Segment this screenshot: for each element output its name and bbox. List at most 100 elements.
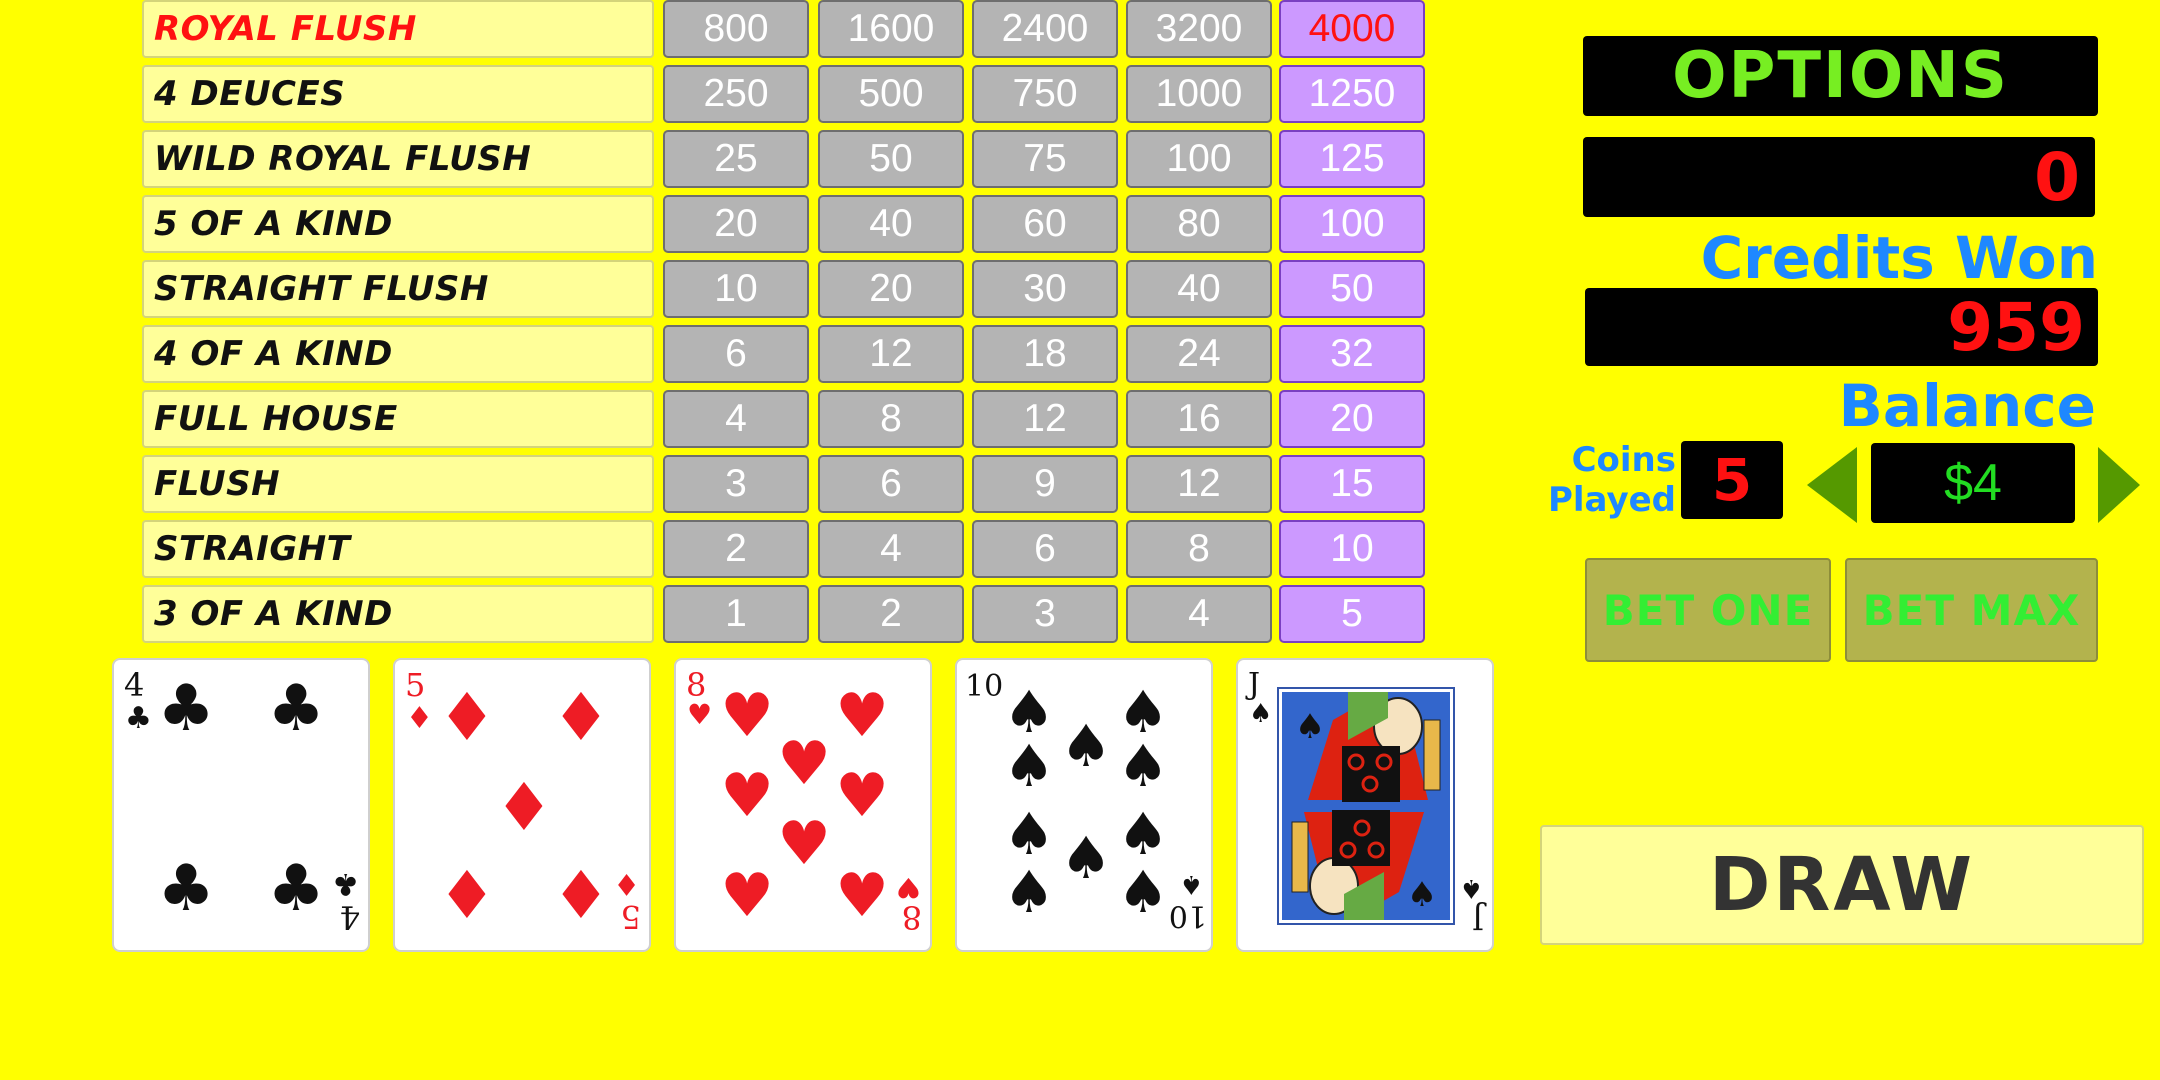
svg-text:♠: ♠ <box>1407 875 1437 915</box>
svg-text:♥: ♥ <box>777 809 831 879</box>
paytable-label-full-house: FULL HOUSE <box>142 390 654 448</box>
paytable-cell: 20 <box>818 260 964 318</box>
svg-text:♦: ♦ <box>551 679 610 756</box>
svg-text:♦: ♦ <box>551 857 610 934</box>
paytable-cell: 4 <box>1126 585 1272 643</box>
paytable-cell: 3200 <box>1126 0 1272 58</box>
paytable-cell: 40 <box>818 195 964 253</box>
paytable-cell: 9 <box>972 455 1118 513</box>
card-rank-rotated: 5 <box>621 898 641 936</box>
svg-text:♠: ♠ <box>1060 712 1112 780</box>
svg-text:♠: ♠ <box>1060 824 1112 892</box>
svg-text:♠: ♠ <box>1117 732 1169 800</box>
paytable-cell: 100 <box>1126 130 1272 188</box>
svg-text:♠: ♠ <box>1117 858 1169 926</box>
bet-one-button[interactable]: BET ONE <box>1585 558 1831 662</box>
paytable-label-5-of-a-kind: 5 OF A KIND <box>142 195 654 253</box>
svg-text:♣: ♣ <box>332 866 359 901</box>
card-four-of-clubs[interactable]: 4 ♣ ♣ ♣ ♣ ♣ 4 ♣ <box>112 658 370 952</box>
paytable-cell-active: 1250 <box>1279 65 1425 123</box>
denomination-decrease-button[interactable] <box>1807 447 1857 523</box>
card-rank-rotated: 10 <box>1169 898 1207 933</box>
paytable-cell: 250 <box>663 65 809 123</box>
paytable-cell: 10 <box>663 260 809 318</box>
svg-text:♦: ♦ <box>494 769 553 846</box>
coins-played-label-line1: Coins <box>1571 440 1676 480</box>
paytable-cell-active: 32 <box>1279 325 1425 383</box>
paytable-cell: 20 <box>663 195 809 253</box>
svg-text:♦: ♦ <box>406 701 433 736</box>
svg-text:♠: ♠ <box>1003 858 1055 926</box>
svg-text:♥: ♥ <box>835 681 889 751</box>
denomination-increase-button[interactable] <box>2098 447 2140 523</box>
paytable-cell: 25 <box>663 130 809 188</box>
paytable-cell: 60 <box>972 195 1118 253</box>
svg-text:♦: ♦ <box>437 679 496 756</box>
paytable-cell-active: 100 <box>1279 195 1425 253</box>
draw-button[interactable]: DRAW <box>1540 825 2144 945</box>
paytable-cell: 2 <box>663 520 809 578</box>
paytable-cell: 75 <box>972 130 1118 188</box>
paytable-cell: 1 <box>663 585 809 643</box>
svg-text:♠: ♠ <box>1249 699 1272 729</box>
coins-played-label-line2: Played <box>1547 480 1676 520</box>
svg-text:♣: ♣ <box>157 852 214 926</box>
svg-text:♥: ♥ <box>720 681 774 751</box>
paytable-cell: 750 <box>972 65 1118 123</box>
credits-won-value: 0 <box>2034 138 2080 216</box>
card-rank: J <box>1245 667 1260 702</box>
svg-text:♦: ♦ <box>613 866 640 901</box>
paytable-cell: 18 <box>972 325 1118 383</box>
denomination-value: $4 <box>1944 454 2002 512</box>
card-rank: 5 <box>405 666 425 704</box>
paytable-cell-active: 15 <box>1279 455 1425 513</box>
paytable-cell: 1600 <box>818 0 964 58</box>
paytable-cell: 1000 <box>1126 65 1272 123</box>
paytable-cell: 12 <box>818 325 964 383</box>
svg-text:♣: ♣ <box>267 672 324 746</box>
card-rank-rotated: 4 <box>340 898 360 936</box>
paytable-cell: 12 <box>972 390 1118 448</box>
svg-text:♠: ♠ <box>1180 869 1203 899</box>
svg-text:♥: ♥ <box>896 871 921 904</box>
card-rank-rotated: J <box>1472 900 1487 935</box>
paytable-cell: 30 <box>972 260 1118 318</box>
paytable-cell: 6 <box>818 455 964 513</box>
paytable-cell-active: 10 <box>1279 520 1425 578</box>
balance-value: 959 <box>1947 288 2085 366</box>
svg-text:♣: ♣ <box>125 701 152 736</box>
credits-won-label: Credits Won <box>1700 224 2098 292</box>
svg-text:♠: ♠ <box>1460 873 1483 903</box>
card-eight-of-hearts[interactable]: 8 ♥ ♥ ♥ ♥ ♥ ♥ ♥ ♥ ♥ 8 ♥ <box>674 658 932 952</box>
paytable-cell: 4 <box>663 390 809 448</box>
svg-text:♦: ♦ <box>437 857 496 934</box>
coins-played-value: 5 <box>1711 446 1753 514</box>
svg-text:♠: ♠ <box>1295 707 1325 747</box>
paytable-cell: 24 <box>1126 325 1272 383</box>
card-ten-of-spades[interactable]: 10 ♠ ♠ ♠ ♠ ♠ ♠ ♠ ♠ ♠ ♠ 10 ♠ <box>955 658 1213 952</box>
svg-text:♥: ♥ <box>835 761 889 831</box>
svg-text:♣: ♣ <box>267 852 324 926</box>
paytable-label-4-of-a-kind: 4 OF A KIND <box>142 325 654 383</box>
card-rank: 10 <box>965 669 1003 704</box>
paytable-cell: 2400 <box>972 0 1118 58</box>
paytable-cell: 500 <box>818 65 964 123</box>
paytable-label-wild-royal-flush: WILD ROYAL FLUSH <box>142 130 654 188</box>
card-five-of-diamonds[interactable]: 5 ♦ ♦ ♦ ♦ ♦ ♦ 5 ♦ <box>393 658 651 952</box>
svg-text:♥: ♥ <box>835 861 889 931</box>
paytable-label-3-of-a-kind: 3 OF A KIND <box>142 585 654 643</box>
paytable-cell: 50 <box>818 130 964 188</box>
paytable-label-royal-flush: ROYAL FLUSH <box>142 0 654 58</box>
paytable-cell: 3 <box>972 585 1118 643</box>
paytable-cell-active: 4000 <box>1279 0 1425 58</box>
bet-max-button[interactable]: BET MAX <box>1845 558 2098 662</box>
card-jack-of-spades[interactable]: J ♠ ♠ ♠ J ♠ <box>1236 658 1494 952</box>
svg-text:♠: ♠ <box>1003 732 1055 800</box>
svg-text:♥: ♥ <box>720 761 774 831</box>
svg-text:♥: ♥ <box>687 698 712 731</box>
paytable-cell: 3 <box>663 455 809 513</box>
coins-played-label: Coins Played <box>1540 440 1676 520</box>
paytable-label-flush: FLUSH <box>142 455 654 513</box>
paytable-cell: 40 <box>1126 260 1272 318</box>
paytable-cell: 6 <box>972 520 1118 578</box>
